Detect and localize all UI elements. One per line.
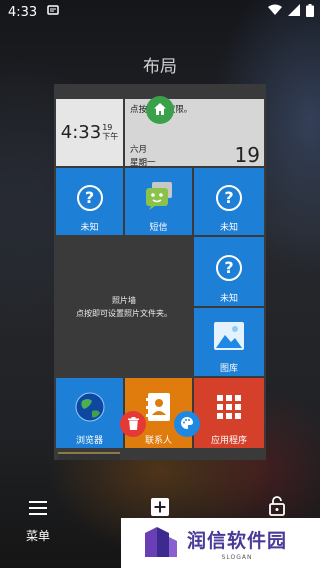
menu-button[interactable]: 菜单 xyxy=(26,500,50,544)
lock-layout-button[interactable] xyxy=(269,496,285,520)
trash-icon xyxy=(127,415,139,434)
question-icon: ? xyxy=(216,184,242,211)
photo-wall-title: 照片墙 xyxy=(112,295,136,305)
menu-label: 菜单 xyxy=(26,529,51,543)
question-icon: ? xyxy=(216,254,242,281)
contacts-icon xyxy=(145,392,172,426)
watermark-logo-icon xyxy=(143,523,179,563)
battery-icon xyxy=(306,3,314,21)
photo-wall-tile[interactable]: 照片墙 点按即可设置照片文件夹。 xyxy=(56,237,192,376)
clock-ampm: 下午 xyxy=(102,132,119,141)
page-title: 布局 xyxy=(143,57,177,77)
unknown-tile-2[interactable]: ? 未知 xyxy=(194,168,264,235)
next-row-tile-edge xyxy=(58,452,120,460)
home-icon xyxy=(153,101,167,120)
tile-label: 未知 xyxy=(80,223,99,233)
unknown-tile-3[interactable]: ? 未知 xyxy=(194,237,264,306)
layout-preview[interactable]: 4:33 19 下午 点按 授予权限。 六月 星期一 19 ? 未知 xyxy=(54,84,266,460)
watermark: 润信软件园 SLOGAN xyxy=(121,518,320,568)
calendar-day: 19 xyxy=(234,143,260,167)
tile-label: 图库 xyxy=(219,364,238,374)
palette-icon xyxy=(180,415,194,434)
clock-seconds: 19 xyxy=(102,123,113,132)
tile-label: 未知 xyxy=(219,223,238,233)
unlock-icon xyxy=(269,496,285,520)
hamburger-icon xyxy=(29,500,47,519)
sms-icon xyxy=(143,181,175,215)
add-tile-button[interactable] xyxy=(151,498,169,520)
status-bar: 4:33 xyxy=(0,0,320,24)
clock-time: 4:33 xyxy=(60,122,102,143)
clock-display: 4:33 19 下午 xyxy=(61,122,118,143)
tile-label: 未知 xyxy=(219,294,238,304)
wifi-icon xyxy=(268,4,282,20)
calendar-month: 六月 xyxy=(130,145,148,155)
status-time: 4:33 xyxy=(8,4,38,20)
tile-label: 应用程序 xyxy=(210,436,247,446)
gallery-tile[interactable]: 图库 xyxy=(194,308,264,376)
theme-button[interactable] xyxy=(174,411,200,437)
signal-icon xyxy=(288,4,300,20)
notification-icon xyxy=(47,4,59,20)
apps-tile[interactable]: 应用程序 xyxy=(194,378,264,448)
delete-button[interactable] xyxy=(120,411,146,437)
tile-label: 浏览器 xyxy=(75,436,103,446)
question-icon: ? xyxy=(76,184,103,211)
add-box-icon xyxy=(151,498,169,520)
browser-tile[interactable]: 浏览器 xyxy=(56,378,123,448)
watermark-slogan: SLOGAN xyxy=(221,553,253,561)
photo-wall-hint: 点按即可设置照片文件夹。 xyxy=(76,308,172,318)
home-button[interactable] xyxy=(146,96,174,124)
clock-tile[interactable]: 4:33 19 下午 xyxy=(56,99,123,166)
calendar-weekday: 星期一 xyxy=(130,158,156,168)
app-grid-icon xyxy=(217,395,241,423)
tile-label: 短信 xyxy=(149,223,168,233)
globe-icon xyxy=(74,391,106,427)
gallery-icon xyxy=(213,321,245,355)
sms-tile[interactable]: 短信 xyxy=(125,168,192,235)
watermark-text-block: 润信软件园 SLOGAN xyxy=(187,526,287,561)
watermark-text: 润信软件园 xyxy=(187,529,288,552)
unknown-tile-1[interactable]: ? 未知 xyxy=(56,168,123,235)
